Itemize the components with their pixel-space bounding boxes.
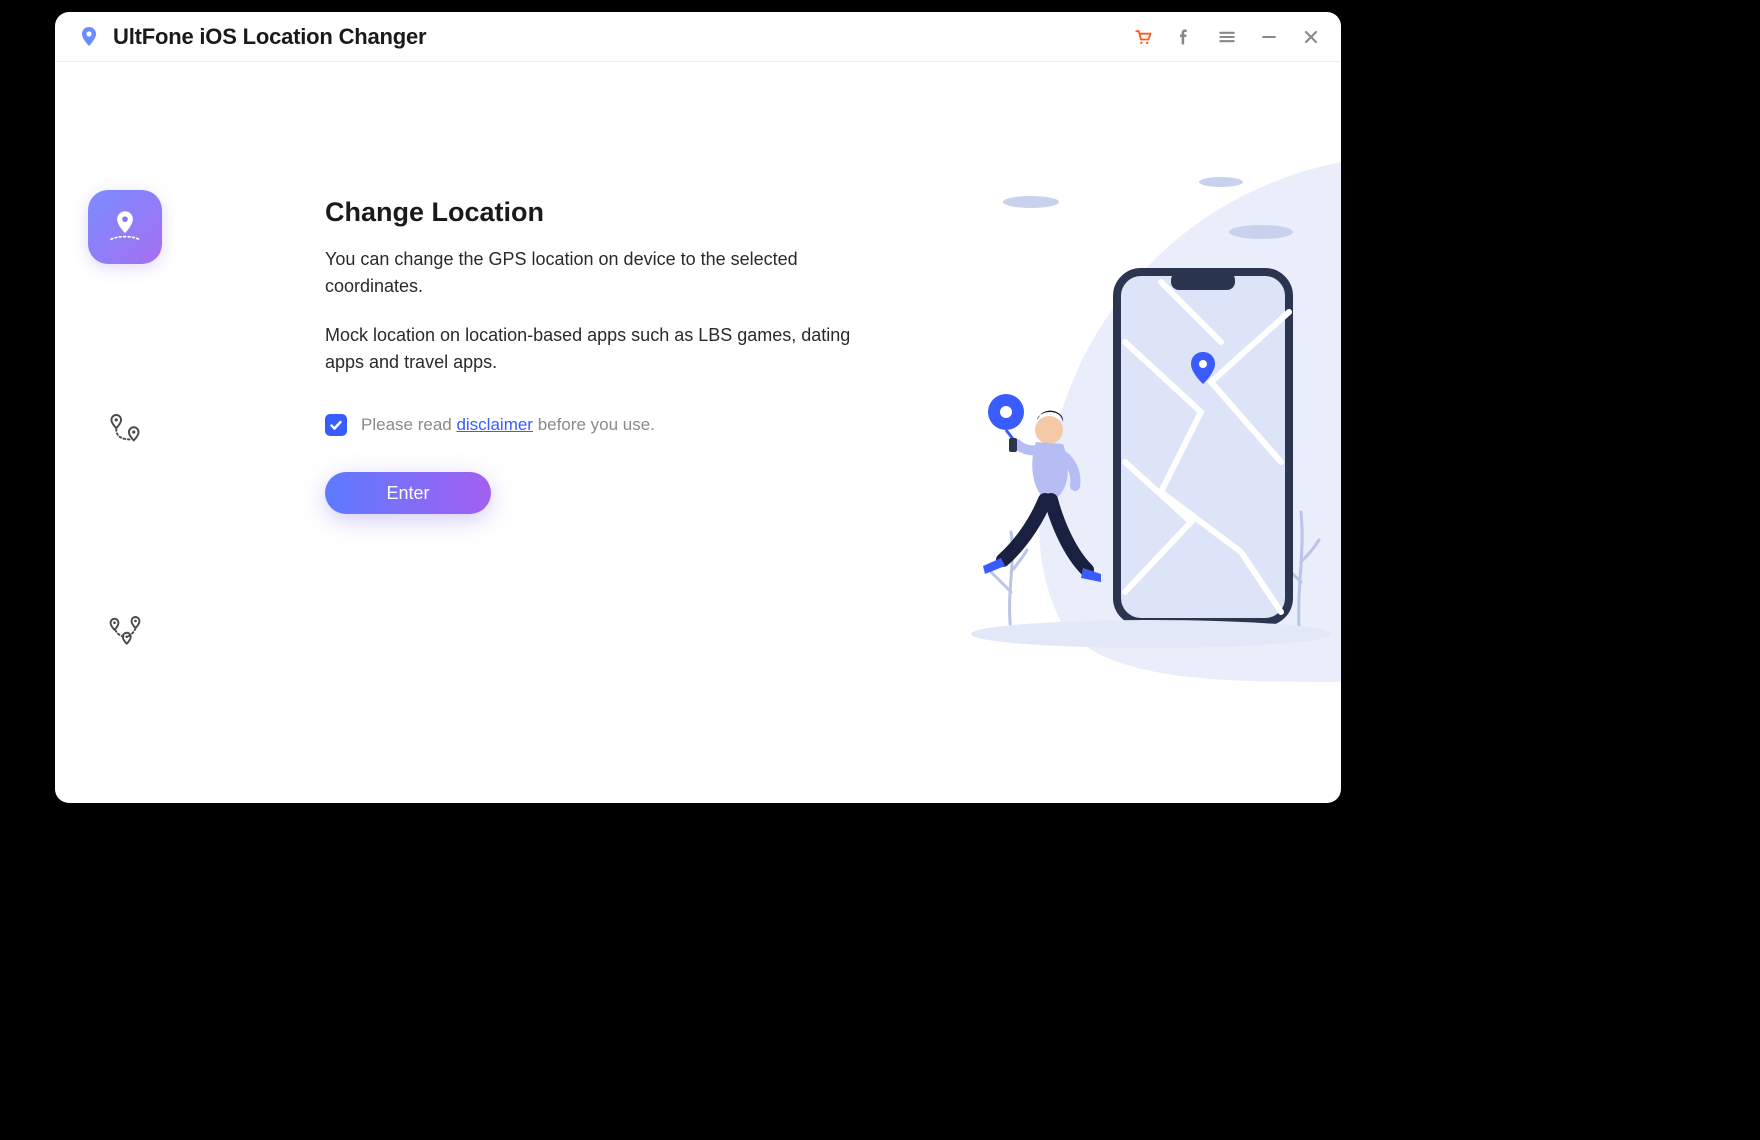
description-2: Mock location on location-based apps suc… — [325, 322, 885, 376]
sidebar-item-single-spot-movement[interactable] — [88, 392, 162, 466]
sidebar — [55, 62, 195, 803]
disclaimer-row: Please read disclaimer before you use. — [325, 414, 1341, 436]
disclaimer-link[interactable]: disclaimer — [456, 415, 533, 434]
menu-icon[interactable] — [1217, 27, 1237, 47]
titlebar-actions — [1133, 27, 1321, 47]
facebook-icon[interactable] — [1175, 27, 1195, 47]
app-window: UltFone iOS Location Changer — [55, 12, 1341, 803]
disclaimer-suffix: before you use. — [533, 415, 655, 434]
close-icon[interactable] — [1301, 27, 1321, 47]
disclaimer-prefix: Please read — [361, 415, 456, 434]
disclaimer-checkbox[interactable] — [325, 414, 347, 436]
app-logo-icon — [77, 25, 101, 49]
description-1: You can change the GPS location on devic… — [325, 246, 885, 300]
content-area: Change Location You can change the GPS l… — [55, 62, 1341, 803]
disclaimer-text: Please read disclaimer before you use. — [361, 415, 655, 435]
enter-button[interactable]: Enter — [325, 472, 491, 514]
main-panel: Change Location You can change the GPS l… — [195, 62, 1341, 803]
page-heading: Change Location — [325, 197, 1341, 228]
sidebar-item-change-location[interactable] — [88, 190, 162, 264]
app-title: UltFone iOS Location Changer — [113, 24, 426, 50]
cart-icon[interactable] — [1133, 27, 1153, 47]
minimize-icon[interactable] — [1259, 27, 1279, 47]
titlebar: UltFone iOS Location Changer — [55, 12, 1341, 62]
sidebar-item-multi-spot-movement[interactable] — [88, 594, 162, 668]
